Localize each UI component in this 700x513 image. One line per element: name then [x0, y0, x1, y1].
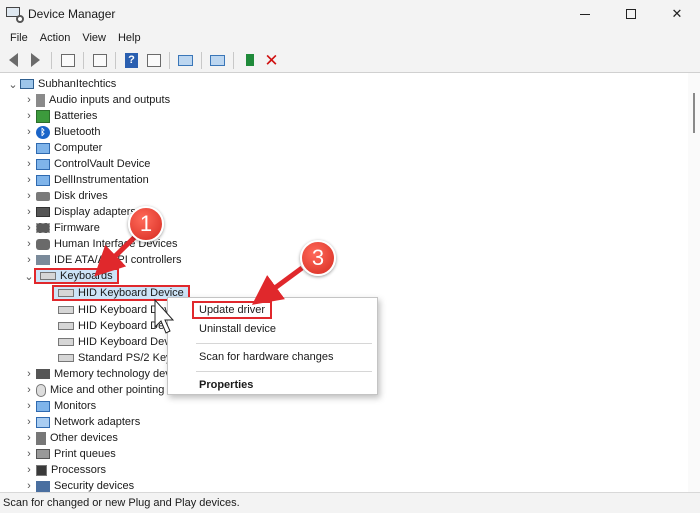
mouse-cursor-icon: [154, 298, 175, 334]
annotation-arrows: [94, 230, 304, 334]
step-badge-1: 1: [128, 206, 164, 242]
step-badge-3: 3: [300, 240, 336, 276]
arrow-to-update-driver: [251, 265, 304, 305]
